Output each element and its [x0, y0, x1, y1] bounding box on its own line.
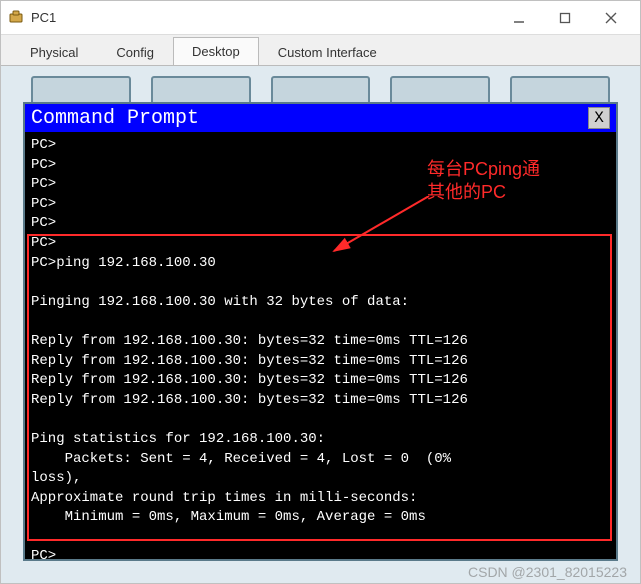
command-prompt-close-button[interactable]: X: [588, 107, 610, 129]
window-title: PC1: [31, 10, 496, 25]
annotation-text: 每台PCping通 其他的PC: [427, 158, 577, 205]
maximize-button[interactable]: [542, 2, 588, 34]
tab-physical[interactable]: Physical: [11, 38, 97, 66]
watermark: CSDN @2301_82015223: [468, 564, 627, 580]
tab-bar: Physical Config Desktop Custom Interface: [1, 35, 640, 65]
command-prompt-titlebar: Command Prompt X: [25, 104, 616, 132]
content-area: Command Prompt X PC> PC> PC> PC> PC> PC>…: [1, 65, 640, 583]
annotation-line1: 每台PCping通: [427, 158, 577, 181]
terminal-output-boxed: PC> PC>ping 192.168.100.30 Pinging 192.1…: [31, 234, 610, 559]
app-window: PC1 Physical Config Desktop Custom Inter…: [0, 0, 641, 584]
tab-custom-interface[interactable]: Custom Interface: [259, 38, 396, 66]
close-button[interactable]: [588, 2, 634, 34]
minimize-button[interactable]: [496, 2, 542, 34]
tab-desktop[interactable]: Desktop: [173, 37, 259, 66]
command-prompt-title: Command Prompt: [31, 107, 588, 130]
window-buttons: [496, 2, 634, 34]
app-icon: [7, 9, 25, 27]
titlebar: PC1: [1, 1, 640, 35]
annotation-line2: 其他的PC: [427, 181, 577, 204]
tab-config[interactable]: Config: [97, 38, 173, 66]
